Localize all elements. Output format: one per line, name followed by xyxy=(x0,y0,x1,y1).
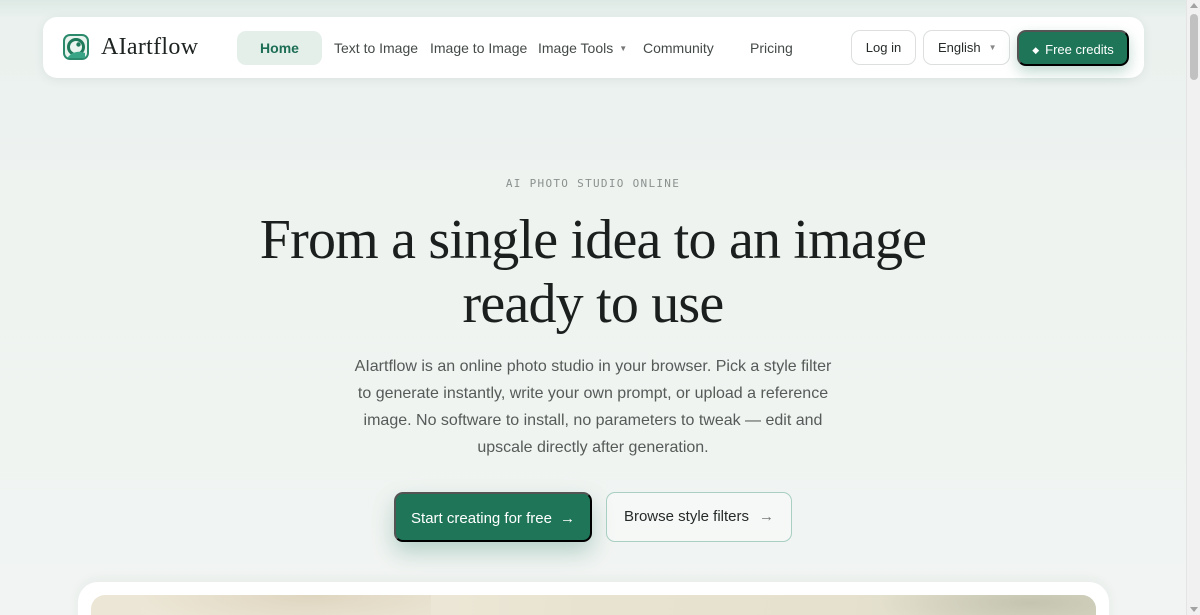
hero-preview-card xyxy=(78,582,1109,615)
nav-link-text-to-image[interactable]: Text to Image xyxy=(334,31,418,65)
free-credits-button[interactable]: ◆ Free credits xyxy=(1017,30,1129,66)
nav-link-image-tools-label: Image Tools xyxy=(538,40,614,56)
language-selector[interactable]: English ▼ xyxy=(923,30,1010,65)
brand-name: AIartflow xyxy=(101,33,199,60)
hero-preview-image xyxy=(91,595,1096,615)
arrow-right-icon: → xyxy=(759,508,775,525)
diamond-icon: ◆ xyxy=(1032,45,1040,55)
nav-link-home[interactable]: Home xyxy=(237,31,322,65)
login-button[interactable]: Log in xyxy=(851,30,916,65)
language-label: English xyxy=(938,40,981,55)
scroll-thumb[interactable] xyxy=(1190,14,1198,80)
free-credits-label: Free credits xyxy=(1045,42,1114,57)
start-creating-button[interactable]: Start creating for free → xyxy=(394,492,592,542)
browse-style-filters-button[interactable]: Browse style filters → xyxy=(606,492,792,542)
hero-headline: From a single idea to an image ready to … xyxy=(259,209,927,335)
chevron-down-icon: ▼ xyxy=(619,44,628,53)
scroll-down-arrow-icon[interactable] xyxy=(1190,607,1198,612)
top-navbar: AIartflow Home Text to Image Image to Im… xyxy=(43,17,1144,78)
aiartflow-logo-icon xyxy=(63,34,89,60)
hero-eyebrow: AI PHOTO STUDIO ONLINE xyxy=(505,177,681,190)
start-creating-label: Start creating for free xyxy=(411,510,552,527)
nav-link-community[interactable]: Community xyxy=(643,31,714,65)
arrow-right-icon: → xyxy=(559,510,575,527)
brand-home-link[interactable]: AIartflow xyxy=(62,32,198,62)
page-scrollbar[interactable] xyxy=(1186,0,1200,615)
nav-link-pricing[interactable]: Pricing xyxy=(750,31,793,65)
scroll-up-arrow-icon[interactable] xyxy=(1190,3,1198,8)
nav-link-image-tools[interactable]: Image Tools ▼ xyxy=(538,31,627,65)
hero-description: AIartflow is an online photo studio in y… xyxy=(354,358,832,456)
browse-style-filters-label: Browse style filters xyxy=(623,508,750,525)
chevron-down-icon: ▼ xyxy=(988,43,997,52)
nav-link-image-to-image[interactable]: Image to Image xyxy=(430,31,527,65)
